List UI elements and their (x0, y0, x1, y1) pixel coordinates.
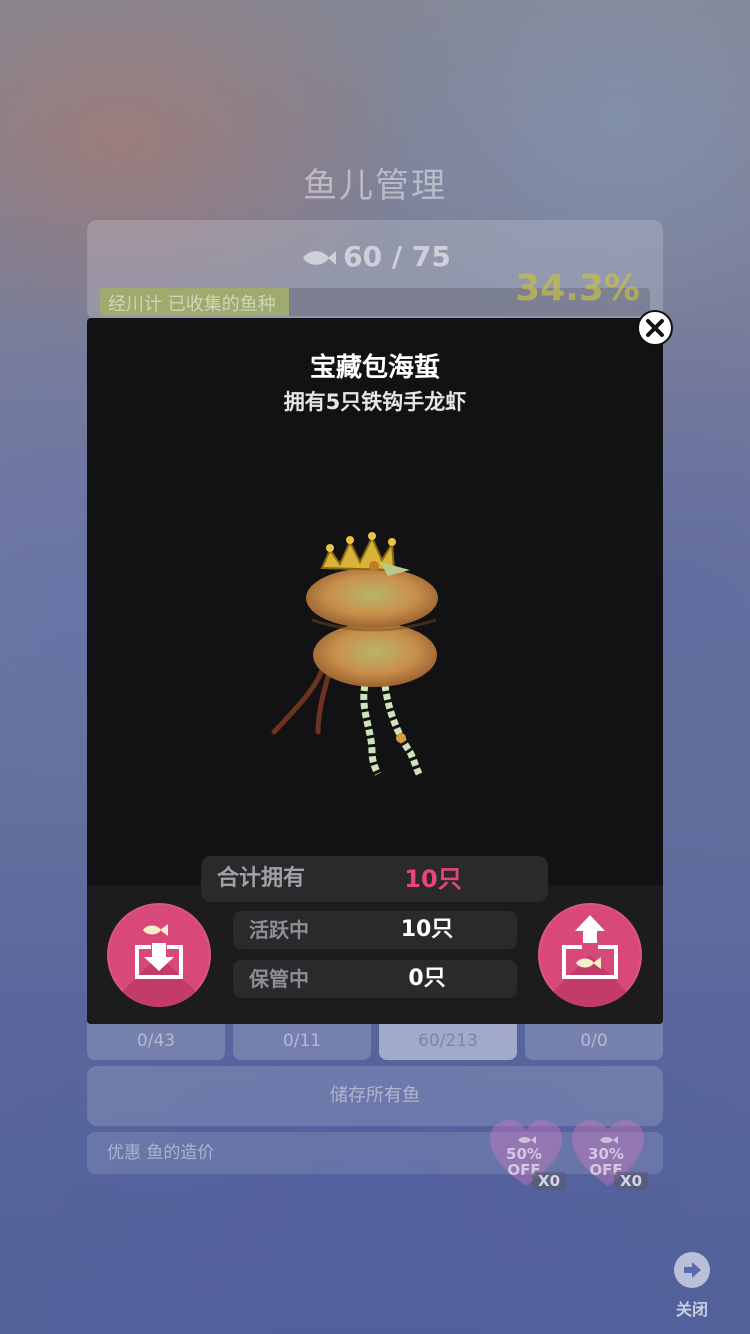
fish-unlock-condition: 拥有5只铁钩手龙虾 (283, 390, 467, 414)
discount-label: 优惠 鱼的造价 (107, 1143, 215, 1163)
discount-heart-30[interactable]: 30% OFF X0 (570, 1118, 650, 1198)
active-value: 10只 (400, 917, 454, 942)
category-tab[interactable]: 0/11 (233, 1022, 371, 1060)
collection-progress-text: 经川计 已收集的鱼种 (108, 294, 276, 315)
arrow-right-icon (674, 1252, 710, 1288)
category-tab[interactable]: 0/0 (525, 1022, 663, 1060)
close-icon (646, 319, 664, 337)
fish-store-down-icon (135, 924, 183, 979)
category-tab[interactable]: 0/43 (87, 1022, 225, 1060)
store-all-fish-button[interactable]: 储存所有鱼 (87, 1066, 663, 1126)
store-fish-button[interactable] (107, 903, 211, 1007)
close-nav-label: 关闭 (675, 1300, 708, 1319)
discount-heart-50[interactable]: 50% OFF X0 (488, 1118, 568, 1198)
stored-row: 保管中 0只 (233, 960, 517, 998)
page-title: 鱼儿管理 (303, 166, 447, 206)
stored-label: 保管中 (249, 967, 309, 991)
active-row: 活跃中 10只 (233, 911, 517, 949)
discount-multiplier: X0 (532, 1172, 567, 1190)
fish-name: 宝藏包海蜇 (309, 353, 440, 383)
stored-value: 0只 (408, 966, 446, 991)
fish-icon (303, 251, 337, 265)
total-owned-value: 10只 (404, 865, 462, 893)
close-button[interactable] (637, 310, 673, 346)
total-owned-label: 合计拥有 (217, 866, 306, 891)
discount-multiplier: X0 (614, 1172, 649, 1190)
collection-percent: 34.3% (515, 268, 640, 309)
fish-release-up-icon (562, 915, 618, 979)
fish-count-text: 60 / 75 (343, 240, 451, 273)
active-label: 活跃中 (249, 918, 309, 942)
category-tabs: 0/43 0/11 60/213 0/0 (87, 1022, 663, 1060)
category-tab-active[interactable]: 60/213 (379, 1022, 517, 1060)
release-fish-button[interactable] (538, 903, 642, 1007)
total-owned-row: 合计拥有 10只 (201, 856, 548, 902)
jellyfish-illustration (271, 532, 438, 778)
close-nav-button[interactable]: 关闭 (664, 1252, 720, 1320)
